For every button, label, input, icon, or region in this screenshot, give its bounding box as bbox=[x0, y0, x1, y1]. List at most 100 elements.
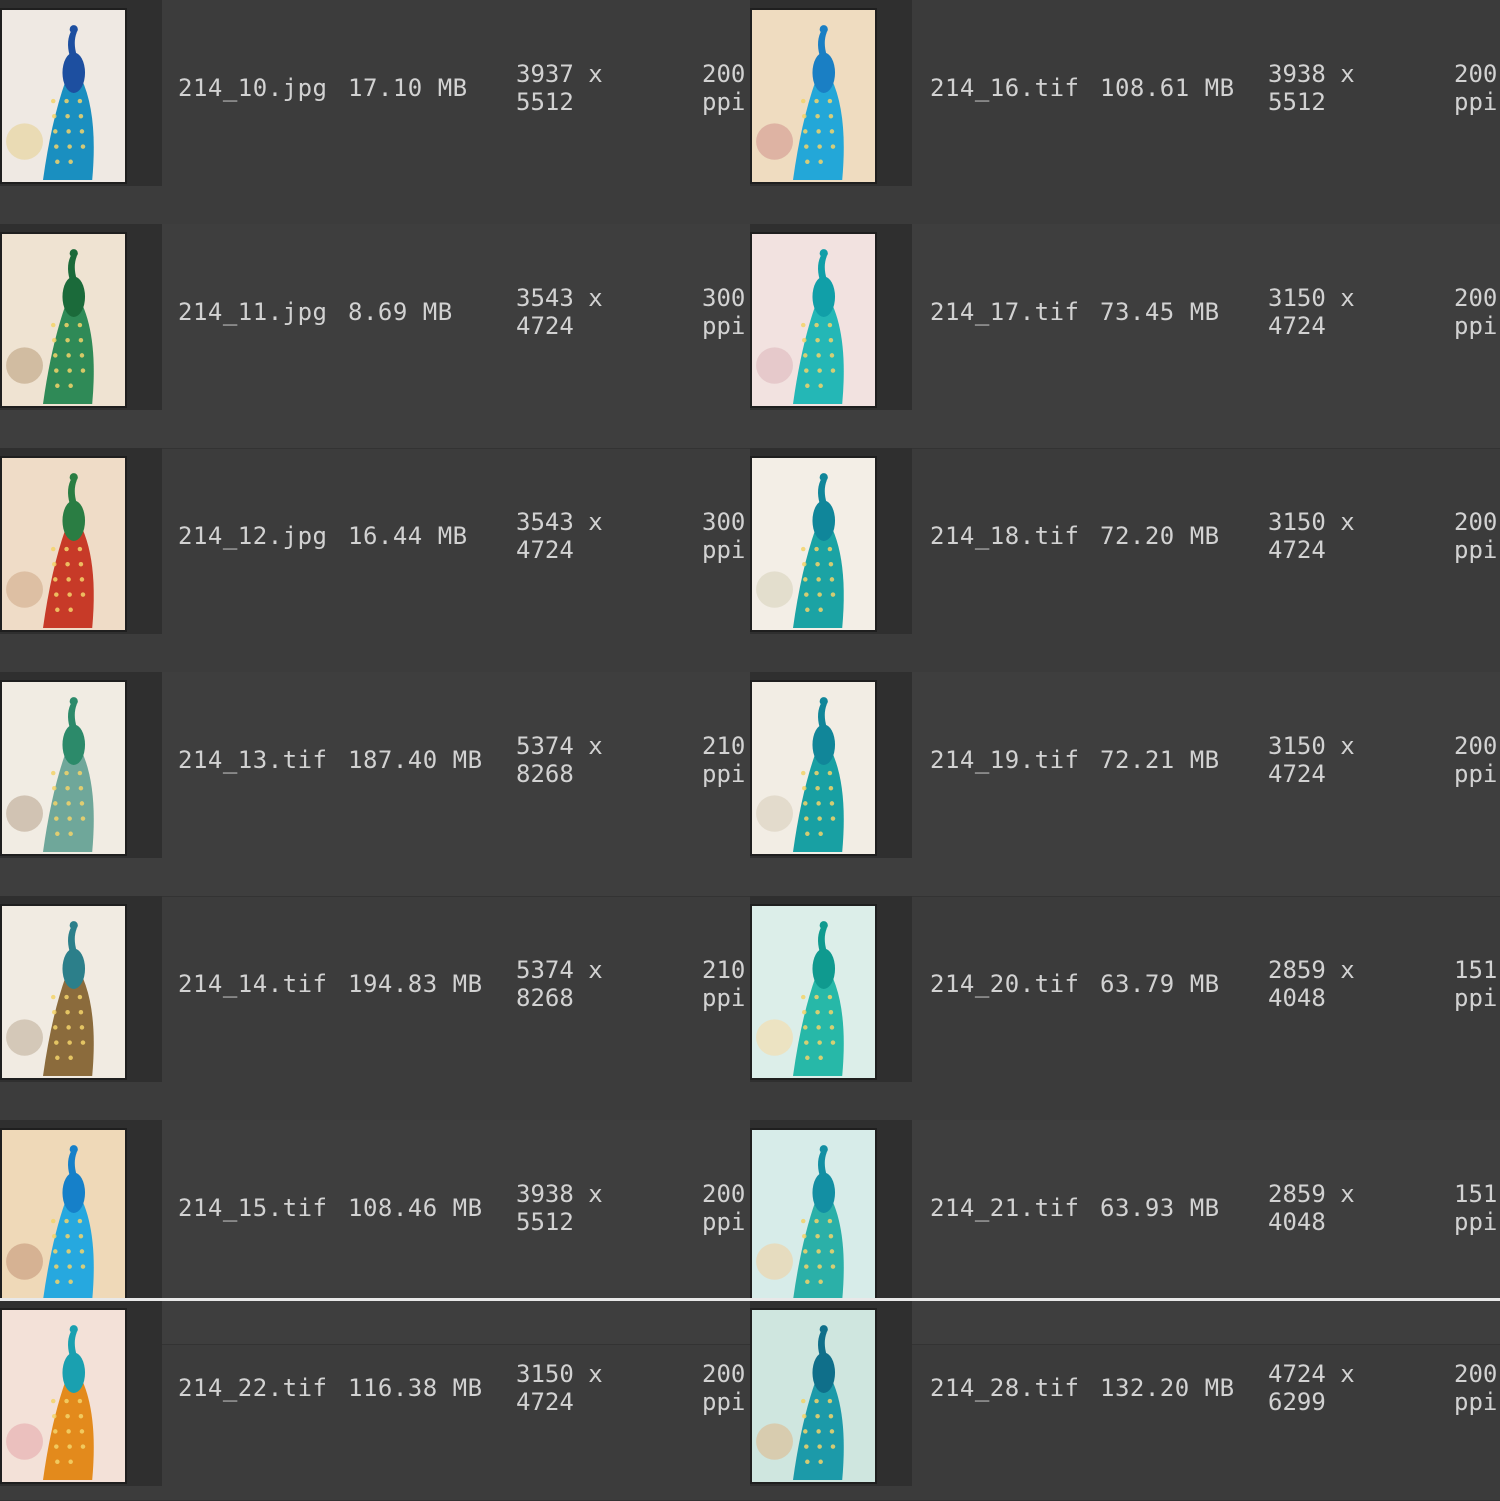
thumbnail-cell[interactable] bbox=[750, 896, 912, 1082]
dimension-height: 8268 bbox=[516, 760, 574, 788]
file-name: 214_18.tif bbox=[930, 522, 1080, 550]
thumbnail-cell[interactable] bbox=[750, 1120, 912, 1306]
image-thumbnail[interactable] bbox=[0, 1128, 127, 1304]
image-dimensions: 3543 x 4724 bbox=[516, 508, 603, 564]
image-thumbnail[interactable] bbox=[750, 232, 877, 408]
thumbnail-cell[interactable] bbox=[750, 672, 912, 858]
file-name: 214_12.jpg bbox=[178, 522, 328, 550]
resolution-unit: ppi bbox=[1454, 1208, 1498, 1236]
resolution-unit: ppi bbox=[702, 1388, 746, 1416]
image-thumbnail[interactable] bbox=[750, 904, 877, 1080]
dimension-height: 5512 bbox=[516, 88, 574, 116]
resolution-unit: ppi bbox=[1454, 1388, 1498, 1416]
file-row[interactable]: 214_28.tif 132.20 MB 4724 x 6299 200 ppi bbox=[750, 1300, 1500, 1501]
dimension-width: 3150 x bbox=[516, 1360, 603, 1388]
image-dimensions: 2859 x 4048 bbox=[1268, 956, 1355, 1012]
file-name: 214_11.jpg bbox=[178, 298, 328, 326]
image-thumbnail[interactable] bbox=[0, 456, 127, 632]
dimension-width: 3150 x bbox=[1268, 508, 1355, 536]
thumbnail-cell[interactable] bbox=[750, 448, 912, 634]
dimension-width: 3543 x bbox=[516, 508, 603, 536]
thumbnail-cell[interactable] bbox=[0, 224, 162, 410]
dimension-width: 4724 x bbox=[1268, 1360, 1355, 1388]
file-row[interactable]: 214_10.jpg 17.10 MB 3937 x 5512 200 ppi bbox=[0, 0, 750, 225]
file-name: 214_17.tif bbox=[930, 298, 1080, 326]
file-row[interactable]: 214_22.tif 116.38 MB 3150 x 4724 200 ppi bbox=[0, 1300, 750, 1501]
image-dimensions: 2859 x 4048 bbox=[1268, 1180, 1355, 1236]
dimension-height: 4724 bbox=[1268, 536, 1326, 564]
image-dimensions: 3937 x 5512 bbox=[516, 60, 603, 116]
file-size: 108.61 MB bbox=[1100, 74, 1235, 102]
dimension-height: 4048 bbox=[1268, 984, 1326, 1012]
image-resolution: 300 ppi bbox=[702, 508, 745, 564]
file-row[interactable]: 214_20.tif 63.79 MB 2859 x 4048 151 ppi bbox=[750, 896, 1500, 1121]
dimension-height: 4724 bbox=[516, 536, 574, 564]
thumbnail-cell[interactable] bbox=[0, 448, 162, 634]
dimension-height: 5512 bbox=[1268, 88, 1326, 116]
file-row[interactable]: 214_17.tif 73.45 MB 3150 x 4724 200 ppi bbox=[750, 224, 1500, 449]
thumbnail-cell[interactable] bbox=[0, 1300, 162, 1486]
thumbnail-cell[interactable] bbox=[0, 1120, 162, 1306]
resolution-value: 200 bbox=[1454, 508, 1498, 536]
file-list-left: 214_10.jpg 17.10 MB 3937 x 5512 200 ppi 214_11… bbox=[0, 0, 750, 1501]
thumbnail-cell[interactable] bbox=[0, 0, 162, 186]
file-row[interactable]: 214_11.jpg 8.69 MB 3543 x 4724 300 ppi bbox=[0, 224, 750, 449]
resolution-value: 200 bbox=[1454, 60, 1498, 88]
thumbnail-cell[interactable] bbox=[0, 672, 162, 858]
file-name: 214_14.tif bbox=[178, 970, 328, 998]
dimension-width: 3938 x bbox=[516, 1180, 603, 1208]
dimension-height: 4724 bbox=[1268, 760, 1326, 788]
thumbnail-cell[interactable] bbox=[750, 1300, 912, 1486]
file-size: 63.79 MB bbox=[1100, 970, 1220, 998]
resolution-value: 300 bbox=[702, 508, 746, 536]
image-dimensions: 3938 x 5512 bbox=[516, 1180, 603, 1236]
dimension-width: 3150 x bbox=[1268, 284, 1355, 312]
thumbnail-cell[interactable] bbox=[750, 224, 912, 410]
image-thumbnail[interactable] bbox=[0, 1308, 127, 1484]
image-thumbnail[interactable] bbox=[0, 8, 127, 184]
dimension-width: 2859 x bbox=[1268, 956, 1355, 984]
resolution-value: 151 bbox=[1454, 1180, 1498, 1208]
resolution-value: 210 bbox=[702, 956, 746, 984]
file-row[interactable]: 214_13.tif 187.40 MB 5374 x 8268 210 ppi bbox=[0, 672, 750, 897]
file-name: 214_28.tif bbox=[930, 1374, 1080, 1402]
resolution-unit: ppi bbox=[702, 536, 746, 564]
image-resolution: 210 ppi bbox=[702, 956, 745, 1012]
file-row[interactable]: 214_19.tif 72.21 MB 3150 x 4724 200 ppi bbox=[750, 672, 1500, 897]
file-row[interactable]: 214_16.tif 108.61 MB 3938 x 5512 200 ppi bbox=[750, 0, 1500, 225]
resolution-unit: ppi bbox=[1454, 88, 1498, 116]
file-row[interactable]: 214_14.tif 194.83 MB 5374 x 8268 210 ppi bbox=[0, 896, 750, 1121]
resolution-value: 200 bbox=[702, 60, 746, 88]
dimension-height: 4724 bbox=[1268, 312, 1326, 340]
file-row[interactable]: 214_18.tif 72.20 MB 3150 x 4724 200 ppi bbox=[750, 448, 1500, 673]
image-dimensions: 3150 x 4724 bbox=[516, 1360, 603, 1416]
image-thumbnail[interactable] bbox=[750, 8, 877, 184]
file-name: 214_13.tif bbox=[178, 746, 328, 774]
thumbnail-cell[interactable] bbox=[0, 896, 162, 1082]
selection-indicator bbox=[0, 1298, 1500, 1301]
resolution-value: 210 bbox=[702, 732, 746, 760]
thumbnail-cell[interactable] bbox=[750, 0, 912, 186]
image-thumbnail[interactable] bbox=[0, 680, 127, 856]
file-size: 132.20 MB bbox=[1100, 1374, 1235, 1402]
image-thumbnail[interactable] bbox=[750, 680, 877, 856]
file-name: 214_21.tif bbox=[930, 1194, 1080, 1222]
resolution-unit: ppi bbox=[702, 760, 746, 788]
file-row[interactable]: 214_12.jpg 16.44 MB 3543 x 4724 300 ppi bbox=[0, 448, 750, 673]
resolution-value: 200 bbox=[1454, 732, 1498, 760]
file-name: 214_19.tif bbox=[930, 746, 1080, 774]
image-resolution: 200 ppi bbox=[1454, 284, 1497, 340]
file-size: 16.44 MB bbox=[348, 522, 468, 550]
file-size: 8.69 MB bbox=[348, 298, 453, 326]
image-thumbnail[interactable] bbox=[750, 1128, 877, 1304]
image-dimensions: 3150 x 4724 bbox=[1268, 732, 1355, 788]
image-dimensions: 5374 x 8268 bbox=[516, 956, 603, 1012]
image-thumbnail[interactable] bbox=[750, 1308, 877, 1484]
image-thumbnail[interactable] bbox=[0, 904, 127, 1080]
image-thumbnail[interactable] bbox=[750, 456, 877, 632]
image-thumbnail[interactable] bbox=[0, 232, 127, 408]
resolution-unit: ppi bbox=[1454, 984, 1498, 1012]
image-resolution: 200 ppi bbox=[1454, 732, 1497, 788]
resolution-value: 200 bbox=[702, 1360, 746, 1388]
image-dimensions: 5374 x 8268 bbox=[516, 732, 603, 788]
